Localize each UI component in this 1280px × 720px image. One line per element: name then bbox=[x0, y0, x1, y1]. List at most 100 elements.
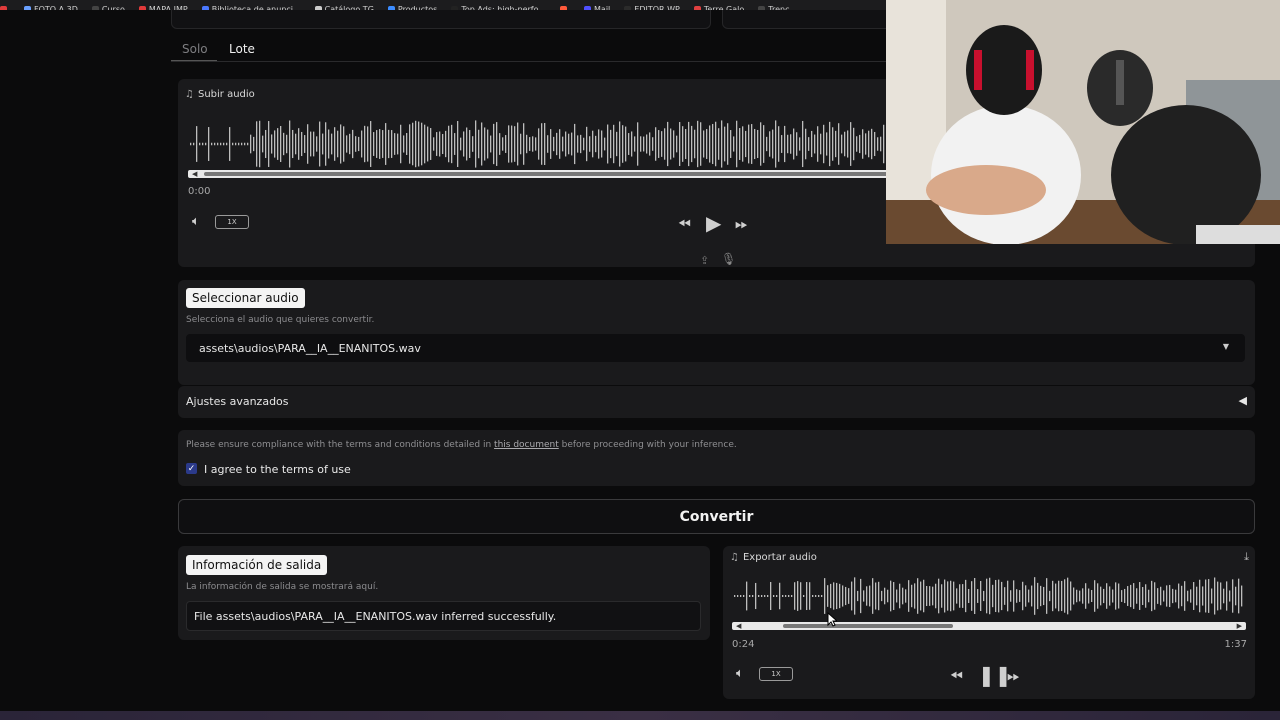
upload-scrollbar[interactable]: ◀ bbox=[188, 170, 888, 178]
waveform-bar bbox=[463, 131, 465, 157]
upload-audio-chip: ♫ Subir audio bbox=[185, 89, 255, 100]
waveform-bar bbox=[866, 586, 868, 606]
waveform-bar bbox=[625, 126, 627, 162]
upload-icon[interactable]: ⇪ bbox=[700, 254, 709, 267]
waveform-bar bbox=[436, 132, 438, 156]
scroll-left-icon[interactable]: ◀ bbox=[736, 622, 741, 630]
waveform-bar bbox=[863, 590, 865, 602]
play-icon[interactable]: ▶ bbox=[706, 211, 721, 235]
upload-audio-label: Subir audio bbox=[197, 89, 255, 100]
tab-solo[interactable]: Solo bbox=[182, 42, 208, 56]
waveform-bar bbox=[526, 134, 528, 154]
waveform-bar bbox=[935, 583, 937, 609]
waveform-bar bbox=[715, 121, 717, 167]
waveform-bar bbox=[556, 132, 558, 156]
waveform-bar bbox=[1079, 590, 1081, 602]
waveform-bar bbox=[926, 586, 928, 606]
waveform-bar bbox=[439, 131, 441, 157]
export-scrollbar[interactable]: ◀ ▶ bbox=[732, 622, 1246, 630]
convert-button[interactable]: Convertir bbox=[178, 499, 1255, 534]
waveform-bar bbox=[796, 132, 798, 156]
waveform-bar bbox=[529, 137, 531, 151]
output-info-textbox[interactable]: File assets\audios\PARA__IA__ENANITOS.wa… bbox=[186, 601, 701, 631]
waveform-bar bbox=[799, 137, 801, 151]
waveform-bar bbox=[856, 136, 858, 152]
waveform-bar bbox=[511, 125, 513, 163]
waveform-bar bbox=[902, 587, 904, 605]
waveform-bar bbox=[748, 124, 750, 164]
waveform-bar bbox=[908, 580, 910, 612]
waveform-bar bbox=[508, 125, 510, 163]
waveform-bar bbox=[1157, 588, 1159, 604]
waveform-bar bbox=[304, 135, 306, 153]
terms-text-after: before proceeding with your inference. bbox=[558, 440, 737, 450]
waveform-bar bbox=[829, 121, 831, 167]
terms-link[interactable]: this document bbox=[494, 440, 559, 450]
waveform-bar bbox=[785, 595, 787, 597]
waveform-bar bbox=[667, 121, 669, 167]
scroll-left-icon[interactable]: ◀ bbox=[192, 170, 197, 178]
waveform-bar bbox=[826, 132, 828, 156]
waveform-bar bbox=[865, 133, 867, 155]
microphone-icon[interactable]: 🎙︎ bbox=[721, 252, 736, 266]
collapse-arrow-icon[interactable]: ◀ bbox=[1239, 394, 1247, 407]
tab-lote[interactable]: Lote bbox=[229, 42, 255, 56]
fast-forward-icon[interactable]: ⏩︎ bbox=[735, 214, 748, 234]
waveform-bar bbox=[568, 133, 570, 155]
waveform-bar bbox=[340, 124, 342, 164]
waveform-bar bbox=[784, 125, 786, 163]
waveform-bar bbox=[574, 123, 576, 165]
waveform-bar bbox=[830, 583, 832, 609]
waveform-bar bbox=[247, 142, 249, 146]
upload-waveform[interactable] bbox=[188, 119, 888, 169]
fast-forward-icon[interactable]: ⏩︎ bbox=[1007, 666, 1020, 686]
volume-icon[interactable]: 🔈︎ bbox=[192, 214, 200, 229]
music-note-icon: ♫ bbox=[185, 89, 194, 100]
waveform-bar bbox=[1166, 585, 1168, 607]
waveform-bar bbox=[271, 134, 273, 154]
waveform-bar bbox=[1151, 580, 1153, 612]
terms-checkbox[interactable]: ✓ bbox=[186, 463, 197, 474]
waveform-bar bbox=[685, 129, 687, 159]
waveform-bar bbox=[517, 122, 519, 166]
chevron-down-icon[interactable]: ▼ bbox=[1223, 342, 1229, 351]
waveform-bar bbox=[523, 123, 525, 165]
upload-speed-button[interactable]: 1X bbox=[215, 215, 249, 229]
waveform-bar bbox=[929, 586, 931, 606]
waveform-bar bbox=[1088, 588, 1090, 604]
waveform-bar bbox=[1076, 589, 1078, 603]
waveform-bar bbox=[1211, 588, 1213, 604]
waveform-bar bbox=[772, 129, 774, 159]
waveform-bar bbox=[1217, 581, 1219, 611]
terms-checkbox-label[interactable]: I agree to the terms of use bbox=[204, 463, 351, 476]
waveform-bar bbox=[1169, 584, 1171, 608]
export-waveform[interactable] bbox=[732, 576, 1246, 616]
waveform-bar bbox=[355, 136, 357, 152]
waveform-bar bbox=[397, 133, 399, 155]
waveform-bar bbox=[403, 135, 405, 153]
advanced-settings-accordion[interactable]: Ajustes avanzados ◀ bbox=[178, 386, 1255, 418]
waveform-bar bbox=[580, 134, 582, 154]
volume-icon[interactable]: 🔈︎ bbox=[736, 666, 744, 681]
waveform-bar bbox=[739, 128, 741, 160]
waveform-bar bbox=[1070, 581, 1072, 611]
waveform-bar bbox=[835, 130, 837, 158]
waveform-bar bbox=[451, 124, 453, 164]
export-audio-label: Exportar audio bbox=[742, 552, 817, 563]
rewind-icon[interactable]: ⏪︎ bbox=[678, 214, 691, 234]
download-icon[interactable]: ⤓ bbox=[1244, 550, 1249, 564]
audio-dropdown[interactable]: assets\audios\PARA__IA__ENANITOS.wav ▼ bbox=[186, 334, 1245, 362]
waveform-bar bbox=[193, 142, 195, 146]
waveform-bar bbox=[1034, 577, 1036, 615]
waveform-bar bbox=[559, 129, 561, 159]
waveform-bar bbox=[877, 137, 879, 151]
rewind-icon[interactable]: ⏪︎ bbox=[950, 666, 963, 686]
upload-scroll-thumb[interactable] bbox=[204, 172, 888, 176]
waveform-bar bbox=[1052, 580, 1054, 612]
waveform-bar bbox=[817, 126, 819, 162]
export-speed-button[interactable]: 1X bbox=[759, 667, 793, 681]
output-info-hint: La información de salida se mostrará aqu… bbox=[186, 582, 379, 592]
scroll-right-icon[interactable]: ▶ bbox=[1237, 622, 1242, 630]
export-scroll-thumb[interactable] bbox=[783, 624, 953, 628]
waveform-bar bbox=[923, 579, 925, 613]
